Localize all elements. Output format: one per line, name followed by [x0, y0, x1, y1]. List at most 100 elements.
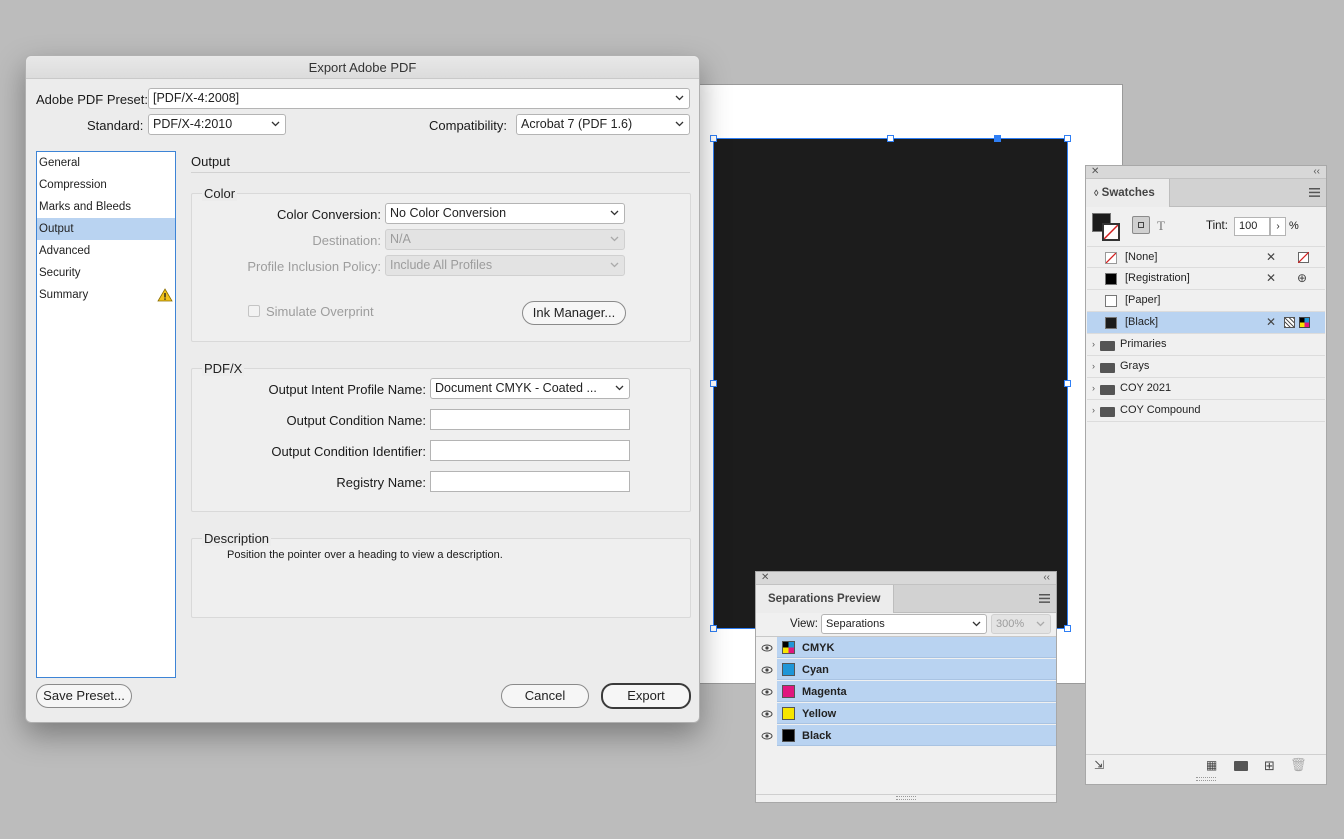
swatch-row-registration[interactable]: [Registration] ✕ ⊕ — [1087, 268, 1325, 290]
collapse-icon[interactable]: ‹‹ — [1043, 573, 1050, 583]
nav-label: Summary — [39, 289, 89, 301]
eye-icon[interactable] — [756, 659, 777, 681]
registry-name-field[interactable] — [430, 471, 630, 492]
swatch-group-primaries[interactable]: › Primaries — [1087, 334, 1325, 356]
chevron-down-icon — [675, 121, 684, 127]
resize-handle-bl[interactable] — [710, 625, 717, 632]
section-title: Output — [191, 154, 231, 169]
panel-header: ✕ ‹‹ — [1086, 166, 1326, 179]
color-group-title: Color — [202, 186, 238, 201]
sep-row-cyan[interactable]: Cyan — [756, 659, 1056, 681]
collapse-icon[interactable]: ‹‹ — [1313, 167, 1320, 177]
nav-item-compression[interactable]: Compression — [37, 174, 175, 196]
disclosure-triangle-icon[interactable]: › — [1092, 400, 1095, 421]
fill-stroke-widget[interactable] — [1092, 213, 1120, 241]
close-icon[interactable]: ✕ — [761, 573, 769, 583]
nav-item-output[interactable]: Output — [37, 218, 175, 240]
sep-row-black[interactable]: Black — [756, 725, 1056, 747]
tint-slider-button[interactable]: › — [1270, 217, 1286, 236]
resize-grip-icon[interactable] — [1196, 777, 1216, 781]
compatibility-select[interactable]: Acrobat 7 (PDF 1.6) — [516, 114, 690, 135]
output-condition-name-label: Output Condition Name: — [286, 413, 426, 428]
panel-header: ✕ ‹‹ — [756, 572, 1056, 585]
swatch-views-icon[interactable]: ▦ — [1206, 758, 1217, 772]
nav-item-summary[interactable]: Summary — [37, 284, 175, 306]
nav-item-marks-and-bleeds[interactable]: Marks and Bleeds — [37, 196, 175, 218]
nav-item-general[interactable]: General — [37, 152, 175, 174]
resize-handle-tl[interactable] — [710, 135, 717, 142]
formatting-text-icon[interactable]: T — [1157, 218, 1165, 234]
swatch-row-none[interactable]: [None] ✕ — [1087, 246, 1325, 268]
disclosure-triangle-icon[interactable]: › — [1092, 356, 1095, 377]
sep-row-magenta[interactable]: Magenta — [756, 681, 1056, 703]
chevron-down-icon — [675, 95, 684, 101]
swatch-label: [Black] — [1125, 316, 1159, 328]
resize-handle-ml[interactable] — [710, 380, 717, 387]
swatch-group-coy-compound[interactable]: › COY Compound — [1087, 400, 1325, 422]
eye-icon[interactable] — [756, 637, 777, 659]
no-stroke-icon — [1104, 225, 1118, 239]
save-preset-button[interactable]: Save Preset... — [36, 684, 132, 708]
preset-select[interactable]: [PDF/X-4:2008] — [148, 88, 690, 109]
preset-value: [PDF/X-4:2008] — [153, 91, 240, 105]
cmyk-ink-icon — [782, 641, 795, 654]
eye-icon[interactable] — [756, 725, 777, 747]
disclosure-triangle-icon[interactable]: › — [1092, 334, 1095, 355]
place-swatches-icon[interactable]: ⇲ — [1094, 758, 1104, 772]
formatting-container-icon[interactable] — [1132, 216, 1150, 234]
cannot-edit-icon: ✕ — [1266, 271, 1277, 285]
swatch-row-black[interactable]: [Black] ✕ — [1087, 312, 1325, 334]
tab-swatches[interactable]: ◊ Swatches — [1086, 179, 1170, 207]
swatches-footer: ⇲ ▦ ⊞ 🗑 — [1086, 754, 1326, 776]
resize-handle-mr[interactable] — [1064, 380, 1071, 387]
export-button[interactable]: Export — [601, 683, 691, 709]
reference-point-handle[interactable] — [994, 135, 1001, 142]
ink-name: Magenta — [802, 686, 847, 698]
nav-item-security[interactable]: Security — [37, 262, 175, 284]
tint-input[interactable]: 100 — [1234, 217, 1270, 236]
eye-icon[interactable] — [756, 703, 777, 725]
sep-row-cmyk[interactable]: CMYK — [756, 637, 1056, 659]
standard-select[interactable]: PDF/X-4:2010 — [148, 114, 286, 135]
eye-icon[interactable] — [756, 681, 777, 703]
delete-swatch-icon[interactable]: 🗑 — [1290, 757, 1307, 773]
new-swatch-icon[interactable]: ⊞ — [1264, 758, 1275, 774]
swatch-row-paper[interactable]: [Paper] — [1087, 290, 1325, 312]
chevron-down-icon — [972, 621, 981, 627]
nav-item-advanced[interactable]: Advanced — [37, 240, 175, 262]
process-color-icon — [1284, 317, 1295, 328]
output-condition-identifier-field[interactable] — [430, 440, 630, 461]
resize-handle-br[interactable] — [1064, 625, 1071, 632]
destination-value: N/A — [390, 232, 411, 246]
swatch-group-grays[interactable]: › Grays — [1087, 356, 1325, 378]
new-color-group-icon[interactable] — [1234, 761, 1248, 771]
swatch-group-coy-2021[interactable]: › COY 2021 — [1087, 378, 1325, 400]
sep-row-yellow[interactable]: Yellow — [756, 703, 1056, 725]
group-label: COY Compound — [1120, 404, 1201, 416]
preset-label: Adobe PDF Preset: — [36, 92, 148, 107]
chevron-down-icon — [1036, 621, 1045, 627]
selected-black-frame[interactable] — [710, 135, 1071, 632]
panel-menu-icon[interactable] — [1039, 594, 1050, 603]
close-icon[interactable]: ✕ — [1091, 167, 1099, 177]
disclosure-triangle-icon[interactable]: › — [1092, 378, 1095, 399]
folder-icon — [1100, 341, 1115, 351]
color-conversion-select[interactable]: No Color Conversion — [385, 203, 625, 224]
ink-manager-button[interactable]: Ink Manager... — [522, 301, 626, 325]
panel-menu-icon[interactable] — [1309, 188, 1320, 197]
output-condition-name-field[interactable] — [430, 409, 630, 430]
tint-label: Tint: — [1206, 220, 1228, 232]
swatch-label: [Paper] — [1125, 294, 1161, 306]
view-value: Separations — [826, 618, 885, 630]
simulate-overprint-checkbox — [248, 305, 260, 317]
standard-label: Standard: — [87, 118, 144, 133]
tab-separations-preview[interactable]: Separations Preview — [756, 585, 894, 613]
output-intent-value: Document CMYK - Coated ... — [435, 381, 597, 395]
resize-handle-tr[interactable] — [1064, 135, 1071, 142]
output-intent-select[interactable]: Document CMYK - Coated ... — [430, 378, 630, 399]
none-mode-icon — [1298, 252, 1309, 263]
resize-grip-icon[interactable] — [896, 796, 916, 800]
resize-handle-tc[interactable] — [887, 135, 894, 142]
view-select[interactable]: Separations — [821, 614, 987, 634]
cancel-button[interactable]: Cancel — [501, 684, 589, 708]
